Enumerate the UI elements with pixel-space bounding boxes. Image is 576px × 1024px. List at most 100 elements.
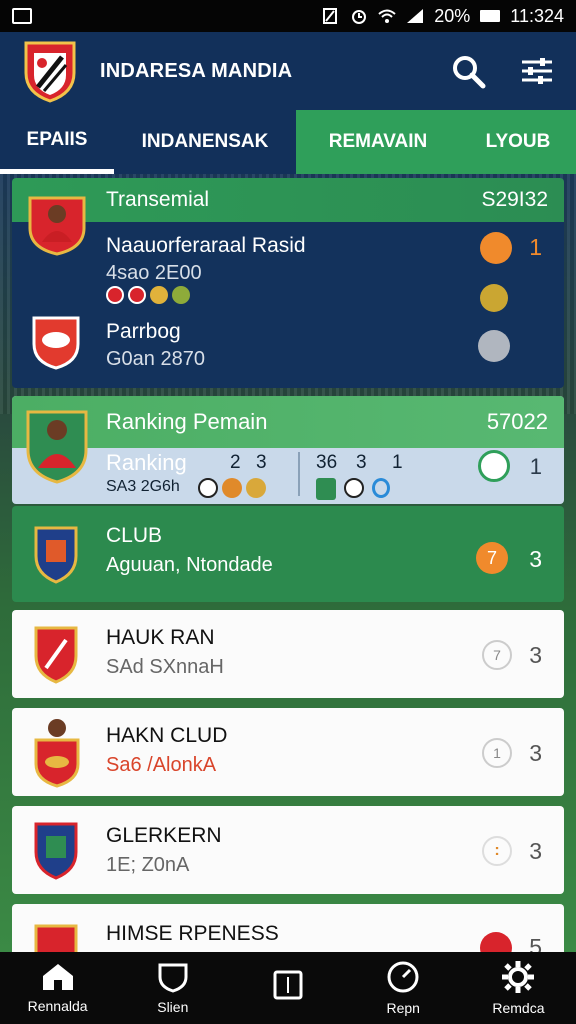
square-icon [273, 970, 303, 1000]
ranking-icons-left [198, 478, 266, 498]
list-item[interactable]: HAKN CLUD Sa6 /AlonkA 1 3 [12, 708, 564, 796]
club-crest [32, 316, 80, 370]
alarm-icon [352, 10, 367, 24]
nav-item-square[interactable] [230, 952, 345, 1024]
team-dot-icon [172, 286, 190, 304]
nav-item-gauge[interactable]: Repn [346, 952, 461, 1024]
ranking-n3: 36 [316, 452, 338, 473]
gauge-icon [387, 961, 419, 993]
list-item-sub: Sa6 /AlonkA [106, 754, 217, 776]
player-avatar-badge [26, 410, 88, 484]
transfer-card[interactable]: Transemial S29I32 Naauorferaraal Rasid 4… [12, 178, 564, 388]
list-item-badge: 7 [482, 640, 512, 670]
ranking-n5: 1 [392, 452, 403, 473]
club-card[interactable]: CLUB Aguuan, Ntondade 7 3 [12, 506, 564, 602]
ball-icon [480, 284, 508, 312]
list-item-badge: : [482, 836, 512, 866]
ranking-card[interactable]: Ranking Pemain 57022 Ranking SA3 2G6h 2 … [12, 396, 564, 504]
club-crest [34, 719, 80, 788]
ranking-count: 1 [529, 454, 542, 479]
nav-item-settings[interactable]: Remdca [461, 952, 576, 1024]
transfer-row-1-count: 1 [529, 234, 542, 260]
palm-icon [478, 450, 510, 482]
status-bar: 20% 11:324 [0, 0, 576, 32]
search-icon[interactable] [450, 53, 486, 89]
ranking-card-header: Ranking Pemain 57022 [12, 396, 564, 448]
clock: 11:324 [510, 5, 564, 26]
battery-percent: 20% [434, 5, 471, 26]
ranking-n1: 2 [230, 452, 241, 473]
ranking-card-title: Ranking Pemain [106, 409, 268, 434]
home-icon [42, 964, 73, 990]
transfer-row-1-sub: 4sao 2E00 [106, 262, 202, 284]
bottom-nav: Rennalda Slien Repn Remdca [0, 952, 576, 1024]
list-item[interactable]: HAUK RAN SAd SXnnaH 7 3 [12, 610, 564, 698]
club-name: CLUB [106, 524, 163, 547]
club-crest [34, 822, 78, 880]
list-item-sub: SAd SXnnaH [106, 656, 224, 678]
ranking-row-sub: SA3 2G6h [106, 478, 180, 495]
shield-icon [158, 963, 188, 993]
nav-label: Rennalda [27, 998, 88, 1014]
ranking-icons-right [316, 478, 390, 500]
list-item-count: 3 [529, 642, 542, 668]
club-crest [34, 526, 78, 584]
tab-indanensak[interactable]: INDANENSAK [114, 110, 296, 174]
ball-icon [198, 478, 218, 498]
club-crest [34, 626, 78, 684]
status-right: 20% 11:324 [322, 6, 564, 27]
signal-icon [407, 9, 424, 23]
player-avatar-badge [28, 196, 86, 256]
gear-icon [502, 961, 535, 993]
list-item-name: HAKN CLUD [106, 724, 228, 747]
app-title: INDARESA MANDIA [100, 59, 293, 82]
tab-bar: EPAIIS INDANENSAK REMAVAIN LYOUB [0, 110, 576, 174]
team-dot-icon [150, 286, 168, 304]
list-item-name: HAUK RAN [106, 626, 215, 649]
ranking-n4: 3 [356, 452, 367, 473]
filter-icon[interactable] [520, 56, 554, 86]
list-item[interactable]: GLERKERN 1E; Z0nA : 3 [12, 806, 564, 894]
match-icons [106, 286, 190, 304]
app-bar: INDARESA MANDIA [0, 32, 576, 110]
transfer-card-header: Transemial S29I32 [12, 178, 564, 222]
transfer-row-2-sub: G0an 2870 [106, 348, 205, 370]
tab-lyoub[interactable]: LYOUB [460, 110, 576, 174]
nav-item-shield[interactable]: Slien [115, 952, 230, 1024]
transfer-card-value: S29I32 [481, 188, 548, 211]
app-logo-crest[interactable] [22, 39, 78, 103]
ranking-n2: 3 [256, 452, 267, 473]
transfer-status-icon [480, 232, 512, 264]
nav-item-home[interactable]: Rennalda [0, 952, 115, 1024]
list-item-count: 3 [529, 838, 542, 864]
ball-icon [222, 478, 242, 498]
tab-epaiis[interactable]: EPAIIS [0, 110, 114, 174]
team-dot-icon [128, 286, 146, 304]
ball-icon [344, 478, 364, 498]
transfer-card-title: Transemial [106, 188, 210, 211]
list-item-badge: 1 [482, 738, 512, 768]
nav-label: Repn [386, 1000, 420, 1016]
team-dot-icon [106, 286, 124, 304]
ranking-row-label: Ranking [106, 450, 187, 475]
list-item-count: 3 [529, 740, 542, 766]
nfc-icon [323, 8, 338, 24]
nav-label: Slien [157, 999, 189, 1015]
transfer-row-1-name: Naauorferaraal Rasid [106, 234, 306, 257]
ball-icon [246, 478, 266, 498]
battery-icon [480, 10, 501, 22]
info-icon[interactable] [478, 330, 510, 362]
club-count: 3 [529, 546, 542, 572]
club-crest-icon [316, 478, 336, 500]
ranking-card-value: 57022 [486, 409, 548, 434]
tab-remavain[interactable]: REMAVAIN [296, 110, 460, 174]
nav-label: Remdca [492, 1000, 545, 1016]
divider [298, 452, 300, 496]
club-sub: Aguuan, Ntondade [106, 554, 273, 576]
list-item-name: GLERKERN [106, 824, 222, 847]
wifi-icon [378, 9, 396, 23]
list-item-name: HIMSE RPENESS [106, 922, 279, 945]
gallery-icon [12, 8, 32, 24]
list-item-sub: 1E; Z0nA [106, 854, 190, 876]
club-badge: 7 [476, 542, 508, 574]
